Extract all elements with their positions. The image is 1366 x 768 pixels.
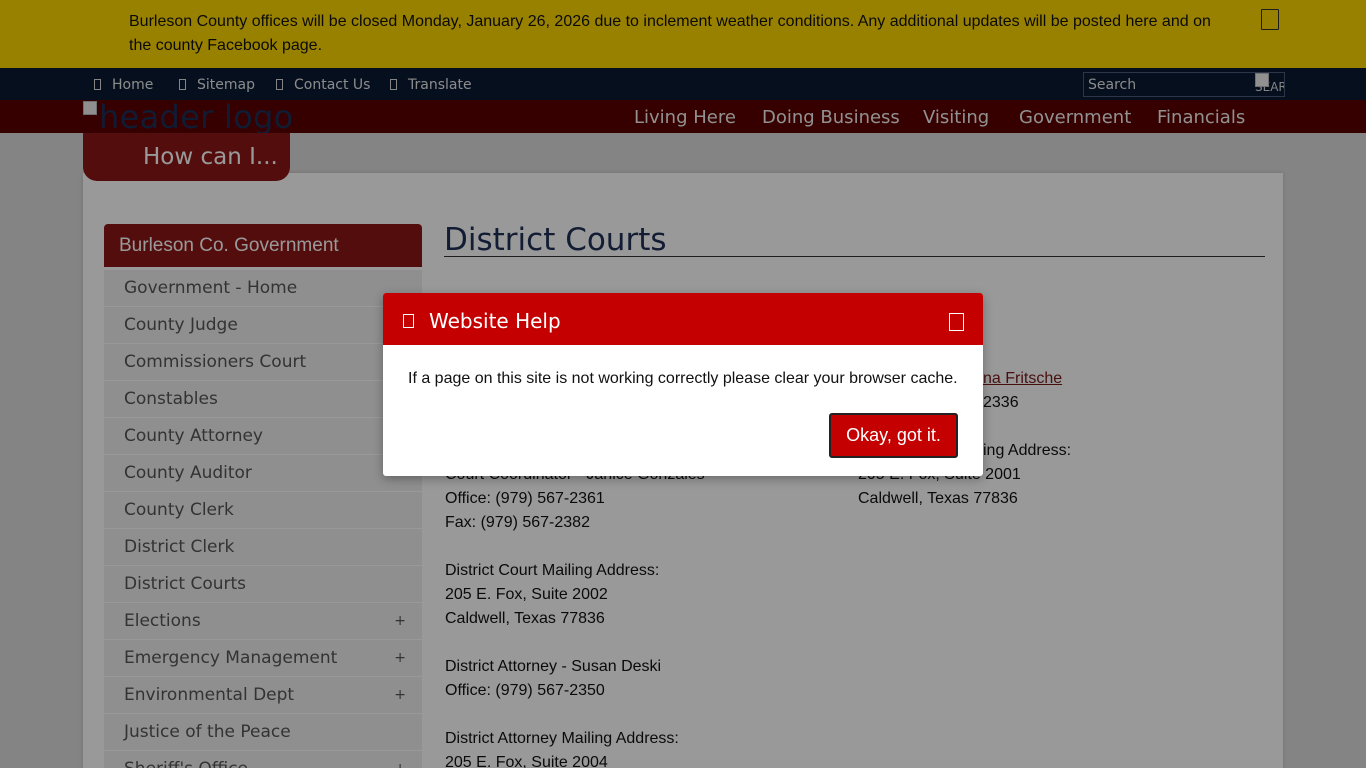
- close-icon[interactable]: [949, 313, 964, 331]
- info-icon: [403, 314, 414, 328]
- okay-got-it-button[interactable]: Okay, got it.: [829, 413, 958, 458]
- dialog-message: If a page on this site is not working co…: [408, 370, 958, 387]
- dialog-header: Website Help: [383, 293, 983, 345]
- dialog-title: Website Help: [429, 309, 561, 333]
- website-help-dialog: Website Help If a page on this site is n…: [383, 293, 983, 476]
